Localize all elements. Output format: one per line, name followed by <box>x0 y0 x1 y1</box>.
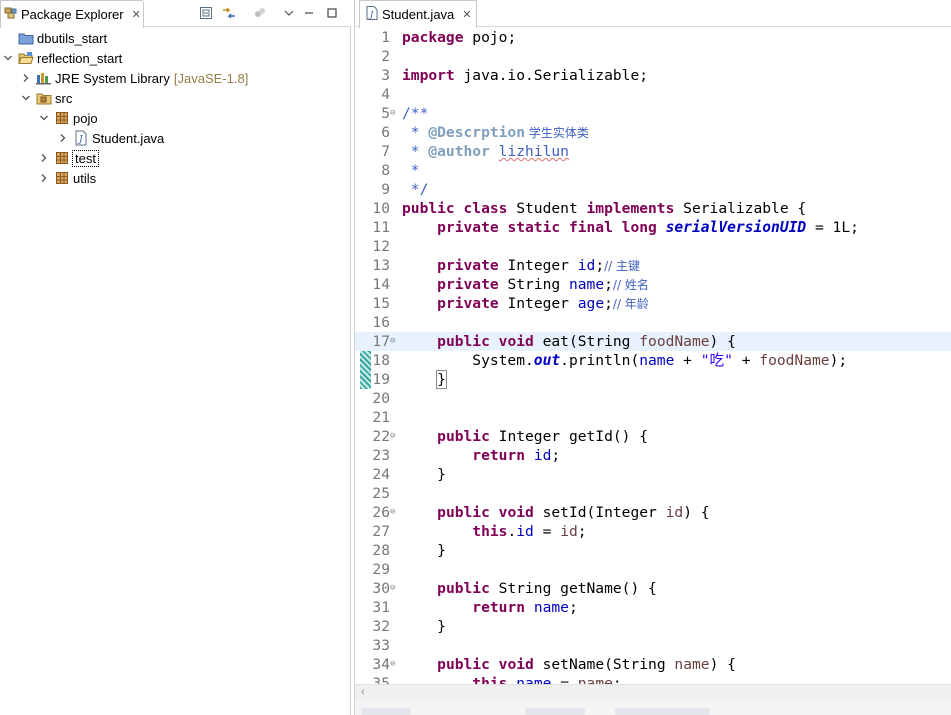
tree-item-pojo[interactable]: pojo <box>38 108 98 128</box>
code-line-24: 24 } <box>372 466 446 483</box>
bottom-panel-edge <box>355 701 951 715</box>
tree-item-label: dbutils_start <box>37 30 108 46</box>
tree-item-label: src <box>55 90 73 106</box>
code-line-17-current: 17 ⊖ public void eat(String foodName) { <box>355 332 951 351</box>
filters-icon[interactable] <box>252 5 268 21</box>
code-line-15: 15 private Integer age;// 年龄 <box>372 295 649 312</box>
close-icon[interactable]: ✕ <box>462 8 471 21</box>
code-line-11: 11 private static final long serialVersi… <box>372 219 859 236</box>
package-icon <box>54 110 70 126</box>
code-line-13: 13 private Integer id;// 主键 <box>372 257 641 274</box>
code-line-7: 7 * @author lizhilun <box>381 143 569 160</box>
bottom-tab-stub[interactable] <box>525 708 585 715</box>
code-line-12: 12 <box>372 238 390 255</box>
tab-student-java[interactable]: J Student.java ✕ <box>359 0 477 28</box>
library-icon <box>36 70 52 86</box>
java-editor: J Student.java ✕ 1 package pojo; 2 3 impor… <box>354 0 951 715</box>
code-line-8: 8 * <box>381 162 420 179</box>
code-line-9: 9 */ <box>381 181 429 198</box>
chevron-right-icon[interactable] <box>57 128 69 148</box>
code-line-29: 29 <box>372 561 390 578</box>
code-line-21: 21 <box>372 409 390 426</box>
chevron-right-icon[interactable] <box>38 168 50 188</box>
maximize-icon[interactable] <box>324 5 340 21</box>
editor-tab-bar: J Student.java ✕ <box>355 0 951 28</box>
chevron-down-icon[interactable] <box>20 88 32 108</box>
code-line-10: 10 public class Student implements Serial… <box>372 200 807 217</box>
fold-minus-icon[interactable]: ⊖ <box>390 503 400 522</box>
code-line-34: 34 ⊖ public void setName(String name) { <box>372 655 736 674</box>
code-line-4: 4 <box>381 86 390 103</box>
code-line-26: 26 ⊖ public void setId(Integer id) { <box>372 503 710 522</box>
tree-item-student-java[interactable]: J Student.java <box>57 128 164 148</box>
fold-minus-icon[interactable]: ⊖ <box>390 104 400 123</box>
tree-item-label: JRE System Library <box>55 70 170 86</box>
tab-package-explorer-label: Package Explorer <box>21 7 124 22</box>
chevron-right-icon[interactable] <box>38 148 50 168</box>
java-file-icon: J <box>366 6 378 23</box>
tree-item-decoration: [JavaSE-1.8] <box>173 70 249 86</box>
package-explorer-view: Package Explorer ✕ dbutils_start reflect… <box>0 0 351 715</box>
minimize-icon[interactable] <box>301 5 317 21</box>
chevron-down-icon[interactable] <box>2 48 14 68</box>
tree-item-label: reflection_start <box>37 50 123 66</box>
view-menu-icon[interactable] <box>281 5 297 21</box>
code-line-23: 23 return id; <box>372 447 561 464</box>
tree-item-reflection-start[interactable]: reflection_start <box>2 48 122 68</box>
chevron-down-icon[interactable] <box>38 108 50 128</box>
matching-bracket: } <box>436 370 447 389</box>
tree-item-dbutils-start[interactable]: dbutils_start <box>2 28 107 48</box>
tab-package-explorer[interactable]: Package Explorer ✕ <box>0 0 144 28</box>
tree-item-label: test <box>72 149 99 167</box>
package-icon <box>54 150 70 166</box>
tree-item-utils[interactable]: utils <box>38 168 96 188</box>
code-line-30: 30 ⊖ public String getName() { <box>372 579 657 598</box>
code-line-22: 22 ⊖ public Integer getId() { <box>372 427 649 446</box>
code-line-19: 19 } <box>372 370 447 389</box>
tree-item-label: Student.java <box>92 130 165 146</box>
code-line-32: 32 } <box>372 618 446 635</box>
code-line-2: 2 <box>381 48 390 65</box>
tree-item-test[interactable]: test <box>38 148 99 168</box>
code-line-3: 3 import java.io.Serializable; <box>381 67 649 84</box>
tree-item-label: utils <box>73 170 97 186</box>
code-line-18: 18 System.out.println(name + "吃" + foodN… <box>372 352 848 369</box>
code-line-33: 33 <box>372 637 390 654</box>
bottom-tab-stub[interactable] <box>615 708 710 715</box>
code-line-14: 14 private String name;// 姓名 <box>372 276 649 293</box>
collapse-all-icon[interactable] <box>198 5 214 21</box>
scroll-left-icon[interactable]: ‹ <box>361 686 365 698</box>
close-icon[interactable]: ✕ <box>132 8 141 21</box>
horizontal-scrollbar[interactable]: ‹ <box>355 684 951 701</box>
package-explorer-icon <box>4 6 18 23</box>
closed-project-icon <box>18 30 34 46</box>
code-line-27: 27 this.id = id; <box>372 523 587 540</box>
tab-student-java-label: Student.java <box>382 7 455 22</box>
fold-minus-icon[interactable]: ⊖ <box>390 655 400 674</box>
code-area[interactable]: 1 package pojo; 2 3 import java.io.Seriali… <box>355 28 951 684</box>
open-project-icon <box>18 50 34 66</box>
code-line-25: 25 <box>372 485 390 502</box>
code-line-28: 28 } <box>372 542 446 559</box>
fold-minus-icon[interactable]: ⊖ <box>390 332 400 351</box>
code-line-35: 35 this.name = name; <box>372 675 622 684</box>
link-with-editor-icon[interactable] <box>221 5 237 21</box>
code-line-20: 20 <box>372 390 390 407</box>
bottom-tab-stub[interactable] <box>361 708 411 715</box>
fold-minus-icon[interactable]: ⊖ <box>390 427 400 446</box>
tree-item-jre-system-library[interactable]: JRE System Library [JavaSE-1.8] <box>20 68 248 88</box>
source-folder-icon <box>36 90 52 106</box>
fold-minus-icon[interactable]: ⊖ <box>390 579 400 598</box>
code-line-1: 1 package pojo; <box>381 29 517 46</box>
tree-item-src[interactable]: src <box>20 88 72 108</box>
code-line-16: 16 <box>372 314 390 331</box>
code-line-6: 6 * @Descrption 学生实体类 <box>381 124 589 141</box>
code-line-31: 31 return name; <box>372 599 578 616</box>
chevron-right-icon[interactable] <box>20 68 32 88</box>
code-line-5: 5 ⊖/** <box>381 104 429 123</box>
package-icon <box>54 170 70 186</box>
java-file-icon: J <box>73 130 89 146</box>
tree-item-label: pojo <box>73 110 98 126</box>
package-explorer-toolbar: Package Explorer ✕ <box>0 0 351 28</box>
